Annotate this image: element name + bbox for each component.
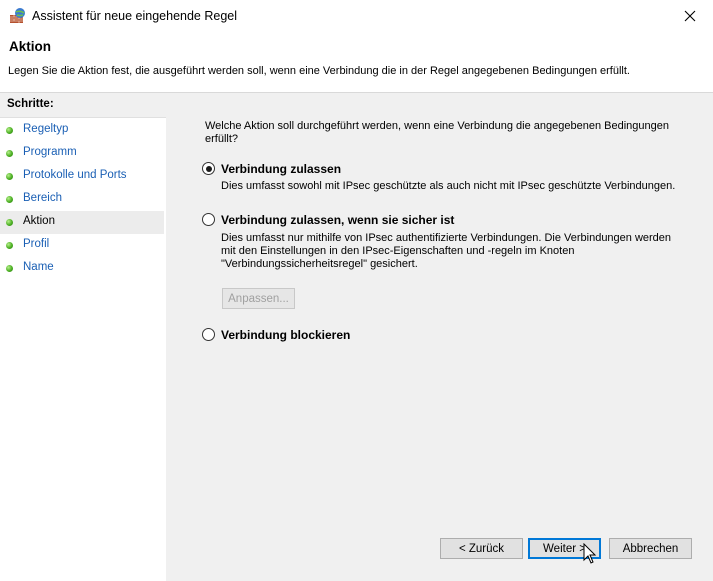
customize-button[interactable]: Anpassen...	[222, 288, 295, 309]
green-dot-icon	[6, 150, 13, 157]
green-dot-icon	[6, 265, 13, 272]
green-dot-icon	[6, 242, 13, 249]
step-bereich[interactable]: Bereich	[0, 188, 164, 211]
mouse-pointer-icon	[583, 543, 597, 564]
close-button[interactable]	[667, 0, 713, 32]
option-block-label[interactable]: Verbindung blockieren	[221, 328, 350, 342]
option-secure-description: Dies umfasst nur mithilfe von IPsec auth…	[221, 232, 672, 270]
window-title: Assistent für neue eingehende Regel	[32, 9, 238, 23]
green-dot-icon	[6, 173, 13, 180]
green-dot-icon	[6, 219, 13, 226]
radio-allow-connection[interactable]	[202, 162, 215, 175]
action-question: Welche Aktion soll durchgeführt werden, …	[205, 120, 669, 145]
step-programm[interactable]: Programm	[0, 142, 164, 165]
step-name[interactable]: Name	[0, 257, 164, 280]
wizard-content: Welche Aktion soll durchgeführt werden, …	[166, 93, 713, 581]
steps-sidebar: Schritte: Regeltyp Programm Protokolle u…	[0, 93, 166, 581]
wizard-header: Aktion Legen Sie die Aktion fest, die au…	[0, 32, 713, 92]
close-icon	[684, 10, 696, 22]
option-allow-label[interactable]: Verbindung zulassen	[221, 162, 341, 176]
option-allow-description: Dies umfasst sowohl mit IPsec geschützte…	[221, 180, 676, 192]
step-profil[interactable]: Profil	[0, 234, 164, 257]
page-description: Legen Sie die Aktion fest, die ausgeführ…	[8, 65, 630, 77]
title-bar: Assistent für neue eingehende Regel	[0, 0, 713, 32]
green-dot-icon	[6, 127, 13, 134]
cancel-button[interactable]: Abbrechen	[609, 538, 692, 559]
radio-allow-if-secure[interactable]	[202, 213, 215, 226]
option-secure-label[interactable]: Verbindung zulassen, wenn sie sicher ist	[221, 213, 454, 227]
green-dot-icon	[6, 196, 13, 203]
step-aktion[interactable]: Aktion	[0, 211, 164, 234]
step-protokolle-und-ports[interactable]: Protokolle und Ports	[0, 165, 164, 188]
step-regeltyp[interactable]: Regeltyp	[0, 119, 164, 142]
steps-heading: Schritte:	[0, 93, 166, 118]
firewall-icon	[9, 7, 27, 25]
radio-block-connection[interactable]	[202, 328, 215, 341]
back-button[interactable]: < Zurück	[440, 538, 523, 559]
page-title: Aktion	[9, 39, 51, 54]
